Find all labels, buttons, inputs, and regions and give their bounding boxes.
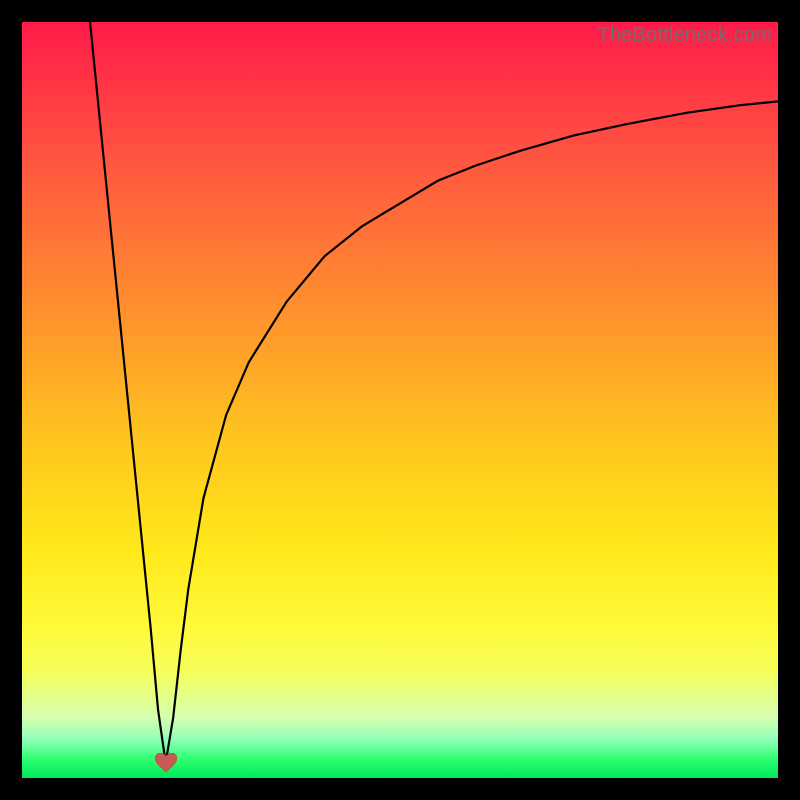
curve-path — [90, 22, 778, 763]
heart-icon — [155, 753, 177, 773]
heart-shape — [155, 753, 177, 772]
bottleneck-curve — [22, 22, 778, 778]
chart-frame: TheBottleneck.com — [0, 0, 800, 800]
plot-area: TheBottleneck.com — [22, 22, 778, 778]
